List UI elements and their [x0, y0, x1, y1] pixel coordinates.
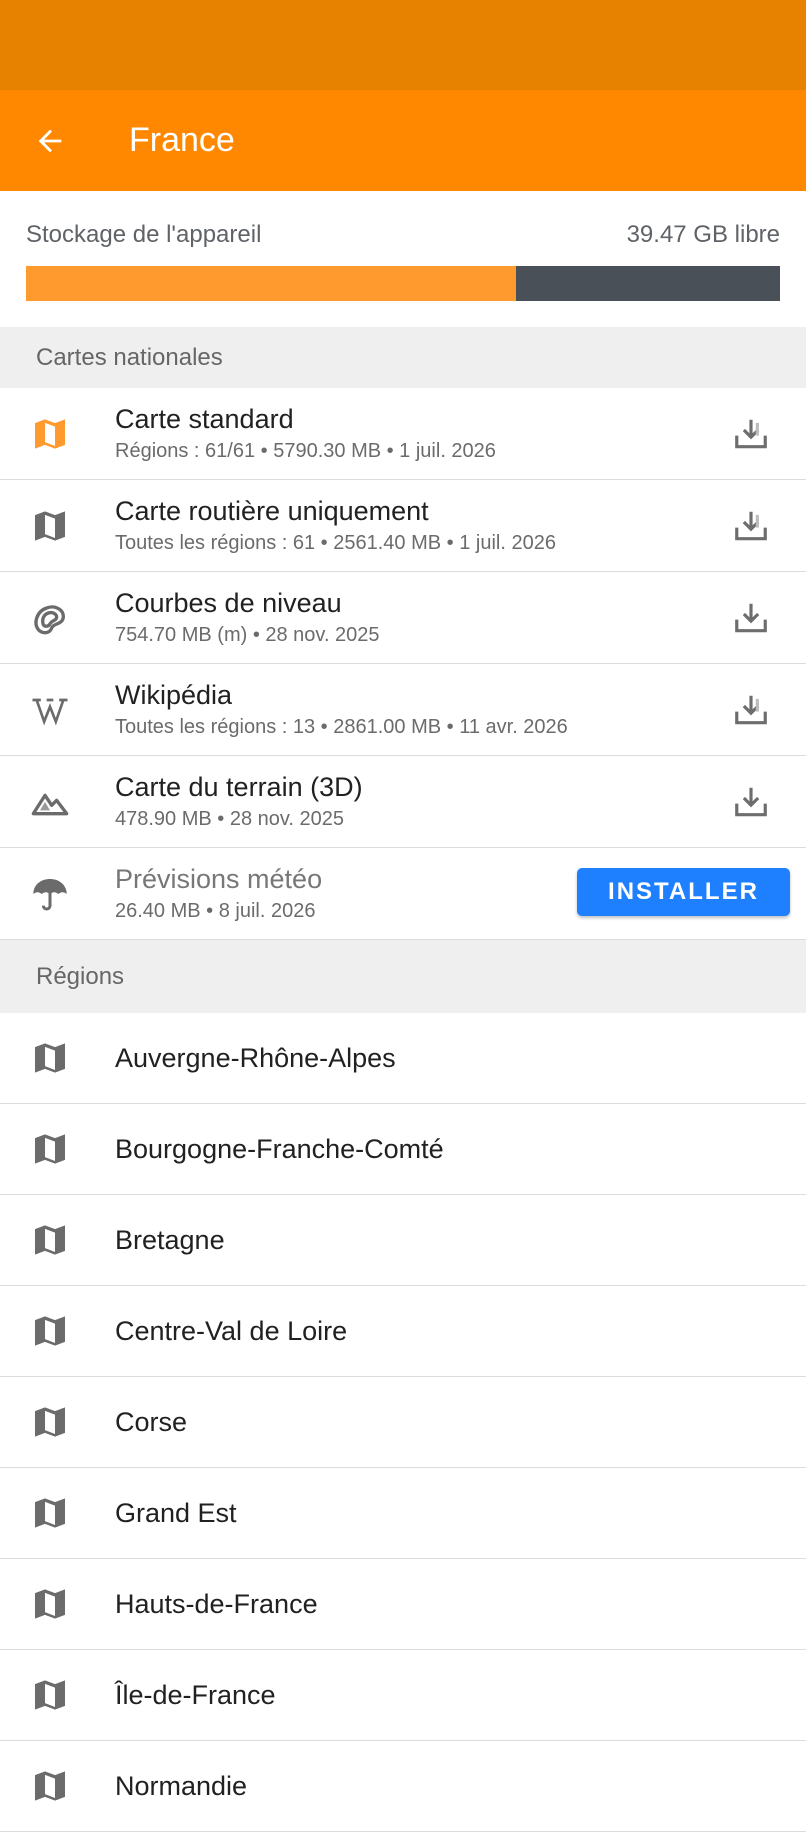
list-item-wikipedia[interactable]: Wikipédia Toutes les régions : 13 • 2861…: [0, 664, 806, 756]
list-item-contour-lines[interactable]: Courbes de niveau 754.70 MB (m) • 28 nov…: [0, 572, 806, 664]
item-subtitle: Toutes les régions : 13 • 2861.00 MB • 1…: [115, 715, 568, 738]
region-name: Centre-Val de Loire: [115, 1315, 348, 1346]
list-item-road-map[interactable]: Carte routière uniquement Toutes les rég…: [0, 480, 806, 572]
section-header-national: Cartes nationales: [0, 327, 806, 388]
map-icon: [35, 1498, 65, 1528]
download-icon: [735, 419, 767, 448]
list-item-standard-map[interactable]: Carte standard Régions : 61/61 • 5790.30…: [0, 388, 806, 480]
region-name: Bretagne: [115, 1224, 225, 1255]
region-name: Île-de-France: [115, 1679, 276, 1710]
map-icon: [35, 1771, 65, 1801]
region-list: Auvergne-Rhône-Alpes Bourgogne-Franche-Co…: [0, 1013, 806, 1832]
region-row[interactable]: Bourgogne-Franche-Comté: [0, 1104, 806, 1195]
item-subtitle: 754.70 MB (m) • 28 nov. 2025: [115, 623, 380, 646]
download-button[interactable]: [710, 756, 792, 848]
region-row[interactable]: Normandie: [0, 1741, 806, 1832]
region-row[interactable]: Centre-Val de Loire: [0, 1286, 806, 1377]
region-row[interactable]: Grand Est: [0, 1468, 806, 1559]
item-title: Wikipédia: [115, 679, 233, 710]
download-button[interactable]: [710, 572, 792, 664]
list-item-terrain-3d[interactable]: Carte du terrain (3D) 478.90 MB • 28 nov…: [0, 756, 806, 848]
item-title: Courbes de niveau: [115, 587, 342, 618]
terrain-icon: [31, 793, 69, 815]
item-subtitle: Régions : 61/61 • 5790.30 MB • 1 juil. 2…: [115, 439, 496, 462]
map-icon: [35, 1589, 65, 1619]
map-icon: [35, 510, 65, 541]
region-name: Hauts-de-France: [115, 1588, 318, 1619]
back-button[interactable]: [0, 90, 100, 191]
map-icon: [35, 1225, 65, 1255]
region-name: Auvergne-Rhône-Alpes: [115, 1042, 396, 1073]
region-row[interactable]: Île-de-France: [0, 1650, 806, 1741]
download-icon: [735, 511, 767, 540]
region-row[interactable]: Auvergne-Rhône-Alpes: [0, 1013, 806, 1104]
download-button[interactable]: [710, 388, 792, 480]
app-bar: France: [0, 90, 806, 191]
wikipedia-icon: [32, 698, 68, 726]
map-icon: [35, 418, 65, 449]
map-icon: [35, 1407, 65, 1437]
region-name: Normandie: [115, 1770, 248, 1801]
region-row[interactable]: Corse: [0, 1377, 806, 1468]
download-icon: [735, 695, 767, 724]
item-subtitle: 478.90 MB • 28 nov. 2025: [115, 807, 345, 830]
storage-free-space: 39.47 GB libre: [626, 221, 780, 248]
storage-bar: [26, 266, 780, 301]
map-icon: [35, 1680, 65, 1710]
region-name: Bourgogne-Franche-Comté: [115, 1133, 444, 1164]
page-title: France: [129, 121, 235, 159]
status-bar: [0, 0, 806, 90]
download-icon: [735, 603, 767, 632]
region-name: Grand Est: [115, 1497, 237, 1528]
storage-label: Stockage de l'appareil: [26, 221, 262, 248]
download-button[interactable]: [710, 664, 792, 756]
contour-lines-icon: [34, 604, 66, 634]
item-title: Carte du terrain (3D): [115, 771, 363, 802]
map-icon: [35, 1316, 65, 1346]
region-row[interactable]: Hauts-de-France: [0, 1559, 806, 1650]
download-icon: [735, 787, 767, 816]
umbrella-icon: [33, 878, 67, 910]
storage-used-fill: [26, 266, 517, 301]
map-icon: [35, 1043, 65, 1073]
install-button[interactable]: INSTALLER: [577, 868, 790, 916]
region-row[interactable]: Bretagne: [0, 1195, 806, 1286]
arrow-back-icon: [38, 129, 62, 152]
storage-panel: Stockage de l'appareil 39.47 GB libre: [0, 191, 806, 327]
item-subtitle: Toutes les régions : 61 • 2561.40 MB • 1…: [115, 531, 556, 554]
region-name: Corse: [115, 1406, 188, 1437]
section-header-regions: Régions: [0, 940, 806, 1013]
list-item-weather-forecast[interactable]: Prévisions météo 26.40 MB • 8 juil. 2026…: [0, 848, 806, 940]
item-title: Carte standard: [115, 403, 294, 434]
download-button[interactable]: [710, 480, 792, 572]
map-icon: [35, 1134, 65, 1164]
item-title: Carte routière uniquement: [115, 495, 429, 526]
